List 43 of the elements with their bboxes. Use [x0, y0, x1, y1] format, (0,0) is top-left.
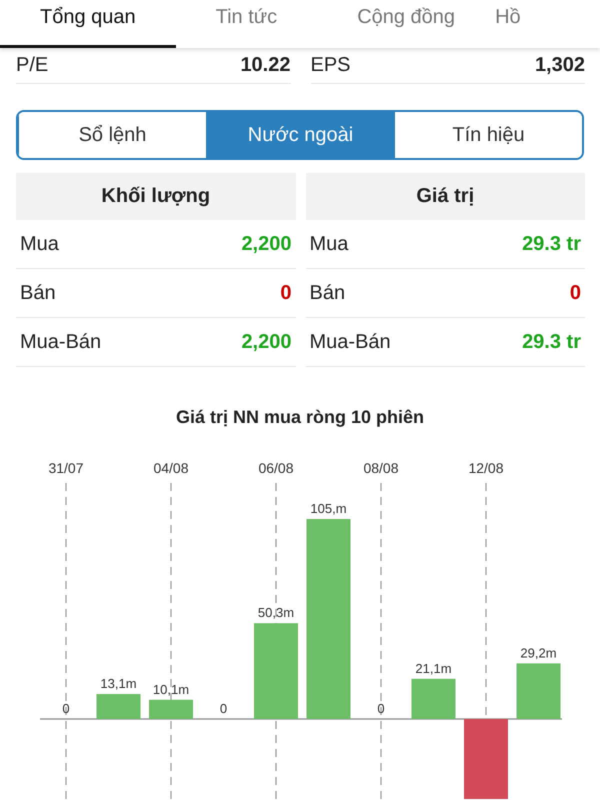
date-label: 08/08 [363, 460, 399, 476]
row-value: 29.3 tr [522, 232, 581, 256]
value-label: 50,3m [258, 605, 294, 620]
row-value: 2,200 [241, 330, 292, 354]
row-label: Mua-Bán [310, 330, 391, 354]
row-value: 0 [570, 282, 581, 304]
segment-tab[interactable]: Tín hiệu [394, 112, 582, 158]
nav-tab[interactable]: Hồ [495, 0, 521, 48]
chart-title: Giá trị NN mua ròng 10 phiên [174, 407, 426, 429]
value-label: 29,2m [520, 645, 557, 660]
row-label: Bán [310, 282, 346, 304]
value-label: 0 [62, 701, 70, 716]
value-label: 0 [377, 701, 385, 716]
bar [412, 678, 456, 719]
date-label: 06/08 [258, 460, 294, 476]
row-label: Bán [20, 282, 56, 304]
bar [516, 663, 560, 719]
value-label: 0 [220, 701, 228, 716]
ratio-value: 10.22 [240, 54, 290, 77]
ratio-label: EPS [310, 54, 351, 77]
row-label: Mua-Bán [20, 330, 102, 354]
date-label: 31/07 [48, 460, 84, 476]
row-label: Mua [20, 232, 59, 256]
nav-tab[interactable]: Cộng đồng [317, 0, 496, 48]
value-label: 21,1m [415, 660, 452, 676]
row-value: 29.3 tr [522, 330, 581, 354]
segment-tab[interactable]: Nước ngoài [206, 112, 394, 158]
column-header: Khối lượng [16, 173, 296, 220]
ratio-value: 1,302 [534, 54, 585, 77]
value-label: 105,m [310, 501, 347, 516]
bar [149, 700, 193, 719]
value-label: 13,1m [100, 676, 137, 692]
row-label: Mua [310, 232, 348, 256]
value-label: 10,1m [152, 682, 190, 697]
date-label: 12/08 [468, 460, 504, 476]
ratio-label: P/E [16, 54, 48, 77]
nav-tab[interactable]: Tổng quan [0, 0, 176, 48]
bar [96, 694, 140, 719]
column-header: Giá trị [306, 173, 585, 220]
row-value: 0 [280, 282, 292, 304]
date-label: 04/08 [153, 460, 189, 476]
row-value: 2,200 [241, 232, 292, 256]
nav-tab[interactable]: Tin tức [176, 0, 318, 48]
